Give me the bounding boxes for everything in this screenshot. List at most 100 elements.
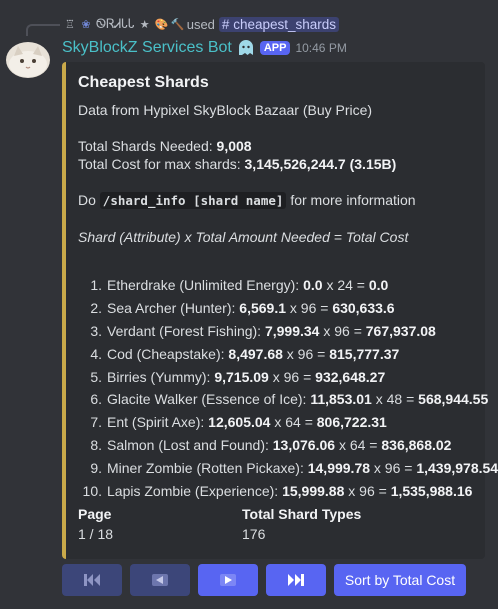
command-mention[interactable]: # cheapest_shards [218,16,340,32]
types-field-label: Total Shard Types [242,506,362,522]
shard-row: 7. Ent (Spirit Axe): 12,605.04 x 64 = 806… [82,414,498,437]
shard-total: 630,633.6 [332,299,395,316]
embed-title: Cheapest Shards [78,74,209,91]
shard-number: 8. [90,437,102,454]
shard-row: 8. Salmon (Lost and Found): 13,076.06 x 6… [82,437,498,460]
last-page-button[interactable] [266,564,326,596]
shard-total: 767,937.08 [365,322,436,339]
shard-total: 836,868.02 [381,437,452,454]
shard-name: Glacite Walker (Essence of Ice): [107,391,307,408]
shard-number: 5. [90,368,102,385]
sort-by-total-cost-button[interactable]: Sort by Total Cost [334,564,466,596]
next-page-button[interactable] [198,564,258,596]
total-cost-label: Total Cost for max shards: [78,156,241,172]
source-line: Data from Hypixel SkyBlock Bazaar (Buy P… [78,102,373,118]
page-field-label: Page [78,506,112,522]
hammer-icon: 🔨 [170,18,185,31]
shard-name: Lapis Zombie (Experience): [107,483,279,500]
previous-page-button[interactable] [130,564,190,596]
total-needed-label: Total Shards Needed: [78,138,213,154]
shard-number: 4. [90,345,102,362]
reply-context[interactable]: ♖ ❀ ᏫᏒᏗᏓᏓ ★ 🎨 🔨 used # cheapest_shards [64,15,340,33]
prev-icon [152,574,168,586]
shard-row: 2. Sea Archer (Hunter): 6,569.1 x 96 = 63… [82,300,498,323]
shard-price: 11,853.01 [310,391,372,408]
shard-name: Cod (Cheapstake): [107,345,225,362]
first-page-button[interactable] [62,564,122,596]
shard-price: 13,076.06 [272,437,336,454]
shard-number: 6. [90,391,102,408]
shard-number: 2. [90,299,102,316]
shard-name: Verdant (Forest Fishing): [107,322,262,339]
reply-connector [26,24,60,36]
info-code: /shard_info [shard name] [99,192,287,209]
shard-name: Miner Zombie (Rotten Pickaxe): [107,460,304,477]
star-icon: ★ [139,18,150,31]
shard-price: 6,569.1 [239,299,286,316]
shard-price: 7,999.34 [264,322,320,339]
reply-username[interactable]: ᏫᏒᏗᏓᏓ [96,16,135,32]
total-needed-line: Total Shards Needed: 9,008 [78,138,252,154]
info-line: Do /shard_info [shard name] for more inf… [78,192,416,209]
shard-total: 932,648.27 [315,368,386,385]
shard-qty: x 96 = [323,322,362,339]
total-cost-value: 3,145,526,244.7 (3.15B) [244,156,397,172]
ghost-emoji-icon [237,39,255,57]
shard-price: 12,605.04 [208,414,271,431]
bot-name[interactable]: SkyBlockZ Services Bot [62,39,232,57]
info-suffix: for more information [290,192,416,208]
shard-name: Birries (Yummy): [107,368,211,385]
shard-row: 4. Cod (Cheapstake): 8,497.68 x 96 = 815,… [82,346,498,369]
shard-number: 3. [90,322,102,339]
shard-name: Salmon (Lost and Found): [107,437,269,454]
shard-total: 815,777.37 [329,345,400,362]
shard-price: 8,497.68 [228,345,283,362]
shard-price: 15,999.88 [282,483,345,500]
embed-card: Cheapest Shards Data from Hypixel SkyBlo… [62,62,498,559]
types-field: Total Shard Types 176 [242,506,361,542]
shard-row: 1. Etherdrake (Unlimited Energy): 0.0 x 2… [82,277,498,300]
shard-name: Etherdrake (Unlimited Energy): [107,277,300,293]
shard-row: 10. Lapis Zombie (Experience): 15,999.88 … [82,483,498,506]
page-field-value: 1 / 18 [78,526,114,542]
shard-name: Sea Archer (Hunter): [107,299,236,316]
timestamp[interactable]: 10:46 PM [295,41,346,55]
command-name: cheapest_shards [233,16,337,32]
shard-row: 9. Miner Zombie (Rotten Pickaxe): 14,999.… [82,460,498,483]
app-badge: APP [259,41,291,55]
shard-row: 6. Glacite Walker (Essence of Ice): 11,85… [82,391,498,414]
server-tag-icon: ❀ [81,18,91,31]
shard-price: 9,715.09 [214,368,269,385]
shard-row: 3. Verdant (Forest Fishing): 7,999.34 x 9… [82,323,498,346]
message-header: SkyBlockZ Services Bot APP 10:46 PM [62,38,347,58]
shard-number: 9. [90,460,102,477]
shard-number: 1. [90,277,102,293]
shard-qty: x 96 = [348,483,387,500]
skip-first-icon [84,574,100,586]
palette-icon: 🎨 [154,18,169,31]
total-needed-value: 9,008 [216,138,252,154]
shard-qty: x 64 = [274,414,313,431]
types-field-value: 176 [242,526,266,542]
formula-line: Shard (Attribute) x Total Amount Needed … [78,229,409,245]
shard-price: 14,999.78 [307,460,371,477]
avatar[interactable] [6,42,50,78]
shard-qty: x 48 = [375,391,415,408]
used-label: used [186,16,215,32]
shard-qty: x 96 = [373,460,413,477]
shard-qty: x 24 = [326,277,365,293]
shard-qty: x 96 = [286,345,326,362]
shard-total: 568,944.55 [418,391,489,408]
shard-qty: x 96 = [272,368,312,385]
info-prefix: Do [78,192,96,208]
page-field: Page 1 / 18 [78,506,113,542]
shard-qty: x 64 = [338,437,378,454]
shard-total: 0.0 [368,277,389,293]
shard-price: 0.0 [303,277,323,293]
shard-name: Ent (Spirit Axe): [107,414,205,431]
shard-list: 1. Etherdrake (Unlimited Energy): 0.0 x 2… [82,277,498,506]
shard-number: 7. [90,414,102,431]
shard-total: 806,722.31 [316,414,387,431]
shard-row: 5. Birries (Yummy): 9,715.09 x 96 = 932,6… [82,369,498,392]
next-icon [220,574,236,586]
